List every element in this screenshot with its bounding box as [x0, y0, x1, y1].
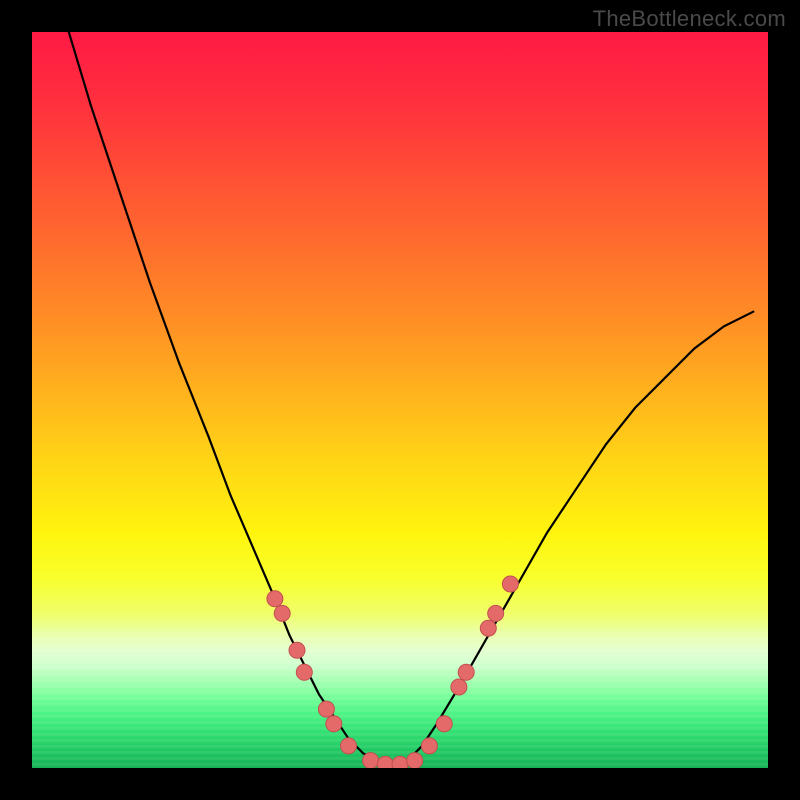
curve-marker	[392, 756, 408, 768]
curve-marker	[407, 753, 423, 768]
curve-marker	[451, 679, 467, 695]
curve-marker	[318, 701, 334, 717]
curve-svg	[32, 32, 768, 768]
watermark-text: TheBottleneck.com	[593, 6, 786, 32]
curve-marker	[326, 716, 342, 732]
curve-marker	[274, 605, 290, 621]
curve-marker	[363, 753, 379, 768]
plot-area	[32, 32, 768, 768]
curve-marker	[341, 738, 357, 754]
bottleneck-curve	[69, 32, 754, 768]
curve-marker	[377, 756, 393, 768]
chart-frame: TheBottleneck.com	[0, 0, 800, 800]
curve-marker	[289, 642, 305, 658]
curve-marker	[488, 605, 504, 621]
curve-marker	[267, 591, 283, 607]
curve-marker	[296, 664, 312, 680]
curve-markers	[267, 576, 519, 768]
curve-marker	[436, 716, 452, 732]
curve-marker	[502, 576, 518, 592]
gradient-bands	[32, 628, 768, 768]
curve-marker	[458, 664, 474, 680]
curve-marker	[480, 620, 496, 636]
curve-marker	[421, 738, 437, 754]
